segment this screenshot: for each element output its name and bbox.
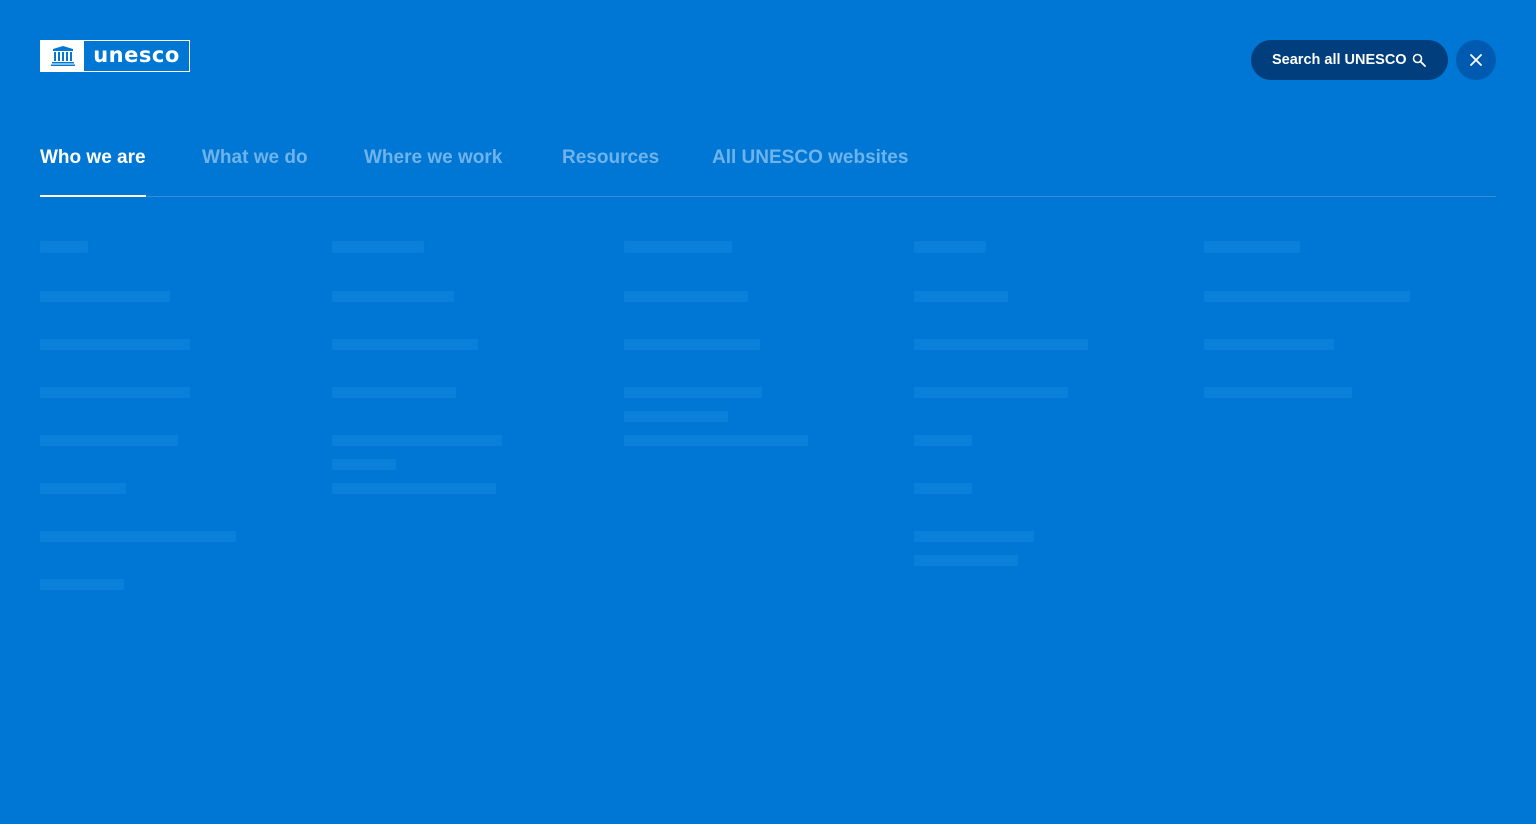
- submenu-link[interactable]: [40, 334, 300, 358]
- submenu-link[interactable]: [914, 286, 1174, 310]
- navigation-overlay: unesco Search all UNESCO Who we are What…: [0, 0, 1536, 824]
- submenu-link[interactable]: [914, 478, 1174, 502]
- submenu-link[interactable]: [624, 430, 884, 454]
- tab-resources[interactable]: Resources: [562, 140, 659, 196]
- submenu-link[interactable]: [332, 430, 592, 478]
- submenu-link[interactable]: [40, 574, 300, 598]
- submenu-link[interactable]: [1204, 334, 1464, 358]
- submenu-column-3: [624, 238, 884, 478]
- column-heading: [1204, 238, 1464, 286]
- submenu-link[interactable]: [914, 334, 1174, 358]
- tab-all-unesco-websites[interactable]: All UNESCO websites: [712, 140, 908, 196]
- submenu-link[interactable]: [332, 286, 592, 310]
- submenu-link[interactable]: [332, 382, 592, 406]
- submenu-link[interactable]: [624, 286, 884, 310]
- submenu-link[interactable]: [40, 286, 300, 310]
- column-heading: [624, 238, 884, 286]
- close-menu-button[interactable]: [1456, 40, 1496, 80]
- column-heading: [332, 238, 592, 286]
- submenu-column-2: [332, 238, 592, 526]
- close-icon: [1470, 54, 1482, 66]
- submenu-link[interactable]: [332, 478, 592, 502]
- tab-who-we-are[interactable]: Who we are: [40, 140, 146, 197]
- submenu-link[interactable]: [40, 478, 300, 502]
- column-heading: [914, 238, 1174, 286]
- tab-what-we-do[interactable]: What we do: [202, 140, 308, 196]
- tab-where-we-work[interactable]: Where we work: [364, 140, 502, 196]
- submenu-link[interactable]: [914, 526, 1174, 574]
- submenu-link[interactable]: [40, 430, 300, 454]
- search-icon: [1412, 53, 1426, 67]
- submenu-column-5: [1204, 238, 1464, 430]
- submenu-link[interactable]: [624, 334, 884, 358]
- submenu-link[interactable]: [332, 334, 592, 358]
- main-nav-tabs: Who we are What we do Where we work Reso…: [40, 140, 1496, 197]
- submenu-link[interactable]: [624, 382, 884, 430]
- search-label: Search all UNESCO: [1272, 52, 1407, 68]
- submenu-link[interactable]: [1204, 382, 1464, 406]
- submenu-link[interactable]: [914, 382, 1174, 406]
- submenu-link[interactable]: [1204, 286, 1464, 310]
- unesco-logo[interactable]: unesco: [40, 40, 190, 72]
- submenu-column-1: [40, 238, 300, 622]
- submenu-link[interactable]: [40, 526, 300, 550]
- submenu-link[interactable]: [40, 382, 300, 406]
- temple-emblem-icon: [41, 41, 84, 71]
- submenu-link[interactable]: [914, 430, 1174, 454]
- logo-wordmark: unesco: [93, 42, 180, 67]
- column-heading: [40, 238, 300, 286]
- search-all-button[interactable]: Search all UNESCO: [1251, 40, 1448, 80]
- submenu-column-4: [914, 238, 1174, 574]
